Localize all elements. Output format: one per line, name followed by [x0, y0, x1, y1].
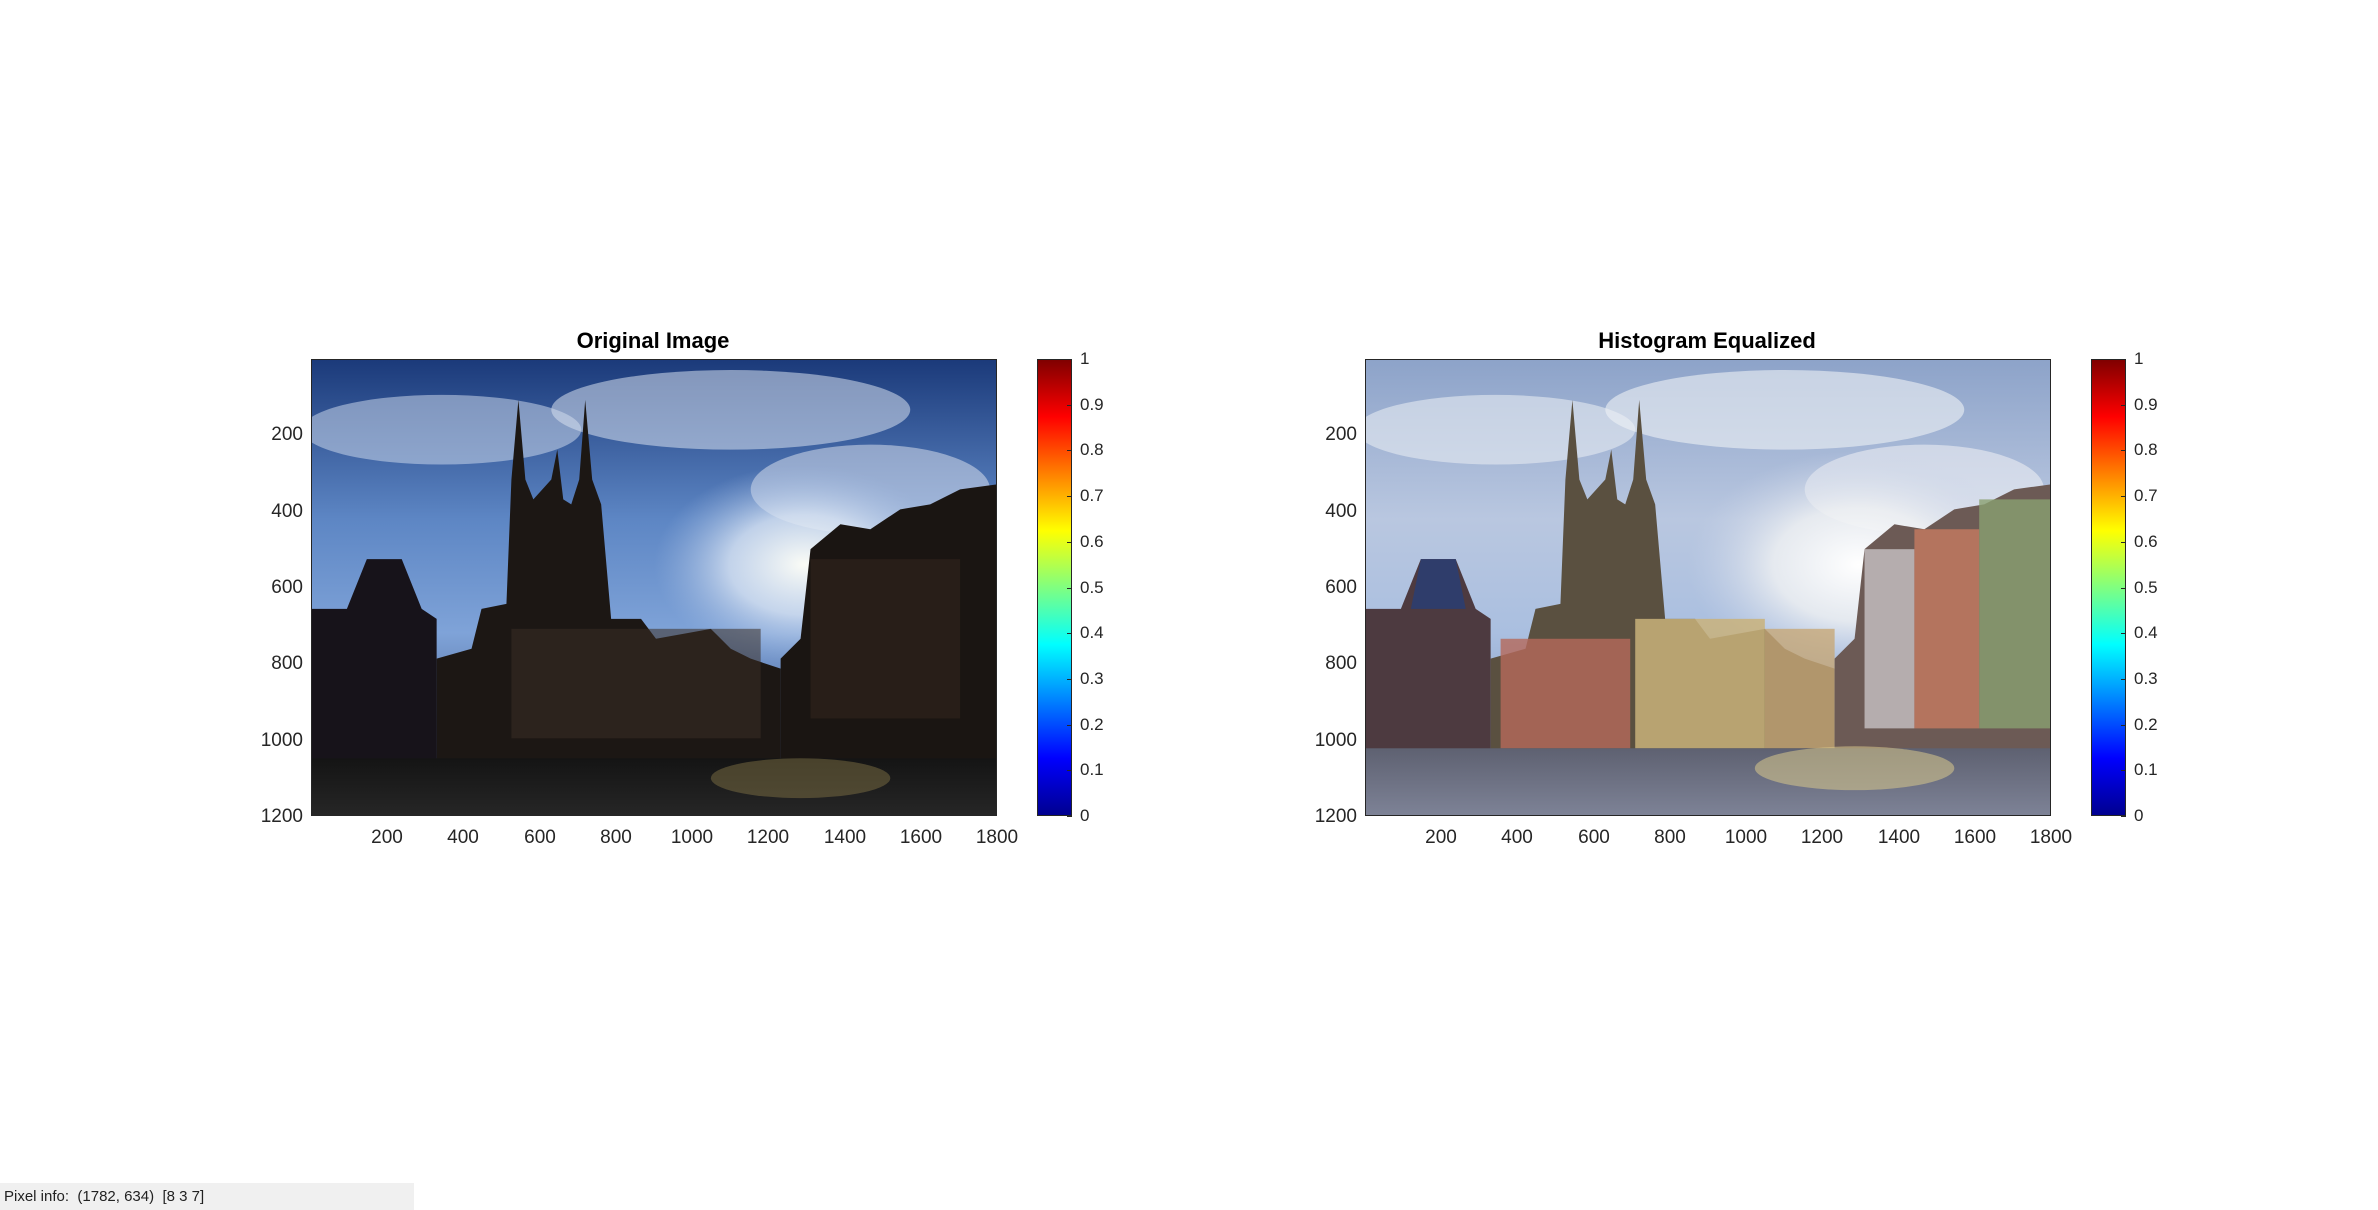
colorbar-tick-label: 0.3 — [1080, 668, 1104, 688]
y-tick: 1200 — [1314, 806, 1357, 827]
pixel-info-label: Pixel info: — [4, 1188, 70, 1205]
x-tick: 1800 — [2029, 827, 2073, 848]
x-tick: 1400 — [823, 827, 867, 848]
equalized-image-axes[interactable] — [1365, 359, 2051, 816]
colorbar-tick — [1067, 496, 1072, 498]
original-image-axes[interactable] — [311, 359, 997, 816]
colorbar-tick-label: 0.9 — [1080, 394, 1104, 414]
colorbar-tick — [2121, 724, 2126, 726]
colorbar-tick-label: 1 — [2134, 349, 2144, 368]
y-tick: 600 — [1325, 577, 1357, 598]
y-tick: 200 — [271, 424, 303, 445]
y-tick: 1000 — [1314, 730, 1357, 751]
colorbar-tick — [1067, 816, 1072, 817]
x-tick: 1400 — [1877, 827, 1921, 848]
pixel-info-coords: (1782, 634) — [77, 1188, 155, 1205]
y-tick: 1000 — [260, 730, 303, 751]
y-tick: 400 — [271, 501, 303, 522]
colorbar-tick — [2121, 541, 2126, 543]
colorbar-tick — [2121, 678, 2126, 680]
original-image — [312, 360, 996, 815]
x-tick: 600 — [1578, 827, 1610, 848]
colorbar-tick — [2121, 359, 2126, 360]
colorbar-tick-label: 0.6 — [1080, 531, 1104, 551]
colorbar-tick — [1067, 770, 1072, 772]
colorbar-tick — [2121, 496, 2126, 498]
colorbar-tick-label: 1 — [1080, 349, 1090, 368]
colorbar-tick-label: 0.8 — [1080, 440, 1104, 460]
colorbar-tick-label: 0.9 — [2134, 394, 2158, 414]
colorbar-tick — [2121, 587, 2126, 589]
colorbar-tick — [2121, 450, 2126, 452]
colorbar-tick-label: 0 — [2134, 806, 2144, 825]
y-tick: 200 — [1325, 424, 1357, 445]
x-tick: 1600 — [1953, 827, 1997, 848]
colorbar-tick-label: 0.2 — [1080, 714, 1104, 734]
y-tick: 1200 — [260, 806, 303, 827]
y-tick: 400 — [1325, 501, 1357, 522]
x-tick: 400 — [1501, 827, 1533, 848]
y-tick: 800 — [1325, 653, 1357, 674]
x-tick: 1200 — [1800, 827, 1844, 848]
y-tick: 600 — [271, 577, 303, 598]
colorbar-tick-label: 0.1 — [1080, 760, 1104, 780]
colorbar-tick — [2121, 633, 2126, 635]
x-tick: 600 — [524, 827, 556, 848]
colorbar-tick-label: 0.6 — [2134, 531, 2158, 551]
x-tick: 1000 — [1724, 827, 1768, 848]
x-tick: 1200 — [746, 827, 790, 848]
colorbar-tick-label: 0.5 — [1080, 577, 1104, 597]
x-tick: 200 — [1425, 827, 1457, 848]
colorbar-tick — [1067, 359, 1072, 360]
colorbar-tick-label: 0.8 — [2134, 440, 2158, 460]
colorbar-tick — [1067, 633, 1072, 635]
colorbar-tick-label: 0.7 — [1080, 486, 1104, 506]
colorbar-tick — [1067, 404, 1072, 406]
x-tick: 1000 — [670, 827, 714, 848]
colorbar-tick — [2121, 770, 2126, 772]
colorbar-tick — [2121, 816, 2126, 817]
pixel-info-status-bar: Pixel info: (1782, 634) [8 3 7] — [0, 1183, 414, 1210]
y-tick: 800 — [271, 653, 303, 674]
x-tick: 400 — [447, 827, 479, 848]
x-tick: 200 — [371, 827, 403, 848]
figure-window: Original Image 200 400 600 800 1000 1200… — [0, 0, 2378, 1210]
colorbar-tick-label: 0.5 — [2134, 577, 2158, 597]
colorbar-tick-label: 0.3 — [2134, 668, 2158, 688]
x-tick: 1600 — [899, 827, 943, 848]
colorbar-tick-label: 0.4 — [1080, 623, 1104, 643]
x-tick: 800 — [1654, 827, 1686, 848]
pixel-info-rgb: [8 3 7] — [162, 1188, 205, 1205]
colorbar-tick — [2121, 404, 2126, 406]
colorbar-tick — [1067, 450, 1072, 452]
colorbar-tick-label: 0 — [1080, 806, 1090, 825]
colorbar-tick-label: 0.4 — [2134, 623, 2158, 643]
x-tick: 800 — [600, 827, 632, 848]
colorbar-tick — [1067, 724, 1072, 726]
panel-title-original: Original Image — [576, 328, 730, 353]
panel-title-equalized: Histogram Equalized — [1598, 328, 1816, 353]
colorbar-tick — [1067, 678, 1072, 680]
colorbar-tick — [1067, 587, 1072, 589]
colorbar-tick-label: 0.7 — [2134, 486, 2158, 506]
equalized-image — [1366, 360, 2050, 815]
colorbar-tick-label: 0.1 — [2134, 760, 2158, 780]
colorbar-tick-label: 0.2 — [2134, 714, 2158, 734]
x-tick: 1800 — [975, 827, 1019, 848]
colorbar-tick — [1067, 541, 1072, 543]
